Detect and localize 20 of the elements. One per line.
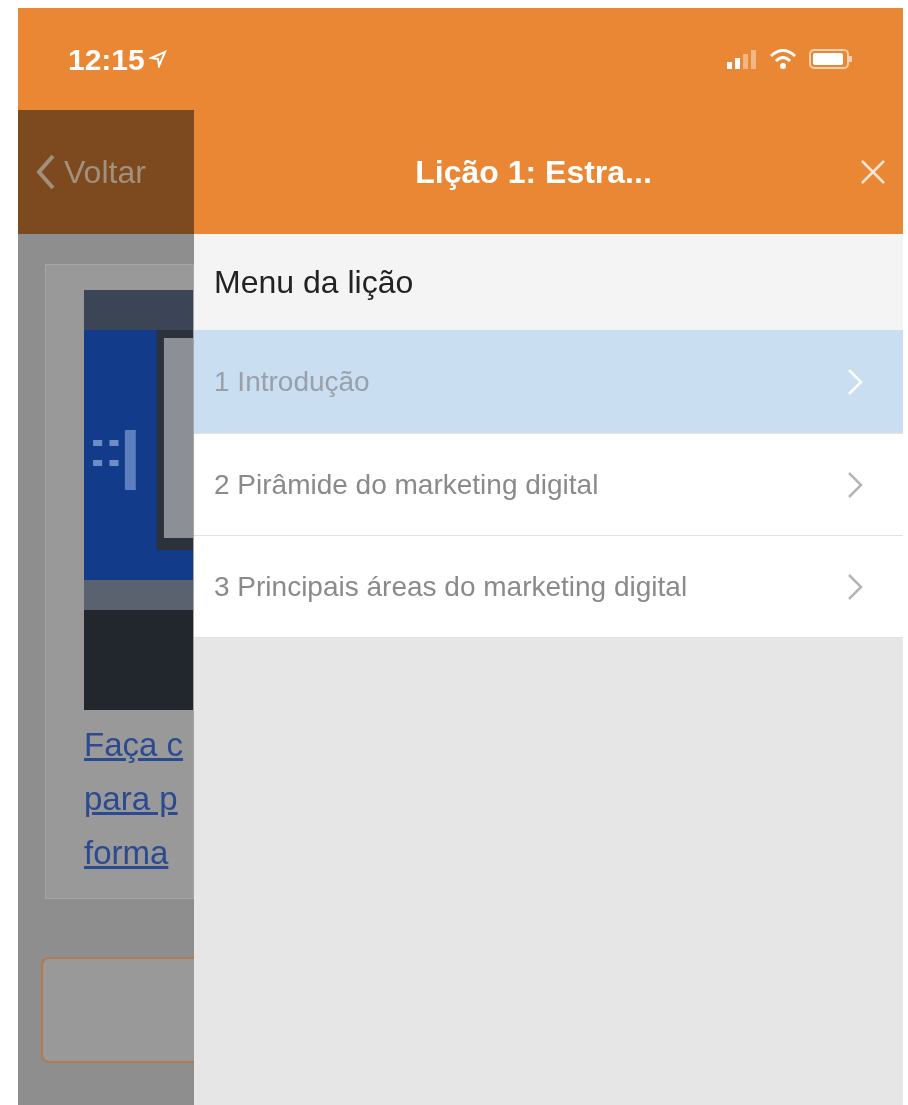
status-time: 12:15 [68,41,145,78]
chevron-right-icon [847,572,863,601]
chevron-left-icon [36,154,56,190]
signal-icon [727,49,757,69]
menu-item[interactable]: 1 Introdução [194,330,903,434]
battery-icon [809,48,853,70]
link-text[interactable]: Faça c [84,720,193,770]
chevron-right-icon [847,367,863,396]
link-text[interactable]: forma [84,828,193,878]
chevron-right-icon [847,470,863,499]
menu-item[interactable]: 3 Principais áreas do marketing digital [194,536,903,638]
wifi-icon [769,48,797,70]
link-text[interactable]: para p [84,774,193,824]
menu-heading: Menu da lição [214,263,414,302]
menu-item[interactable]: 2 Pirâmide do marketing digital [194,434,903,536]
close-icon [860,159,886,185]
outlined-button[interactable] [41,957,194,1063]
location-icon [148,50,167,68]
back-button[interactable]: Voltar [36,148,146,196]
nav-title: Lição 1: Estra... [414,153,653,192]
